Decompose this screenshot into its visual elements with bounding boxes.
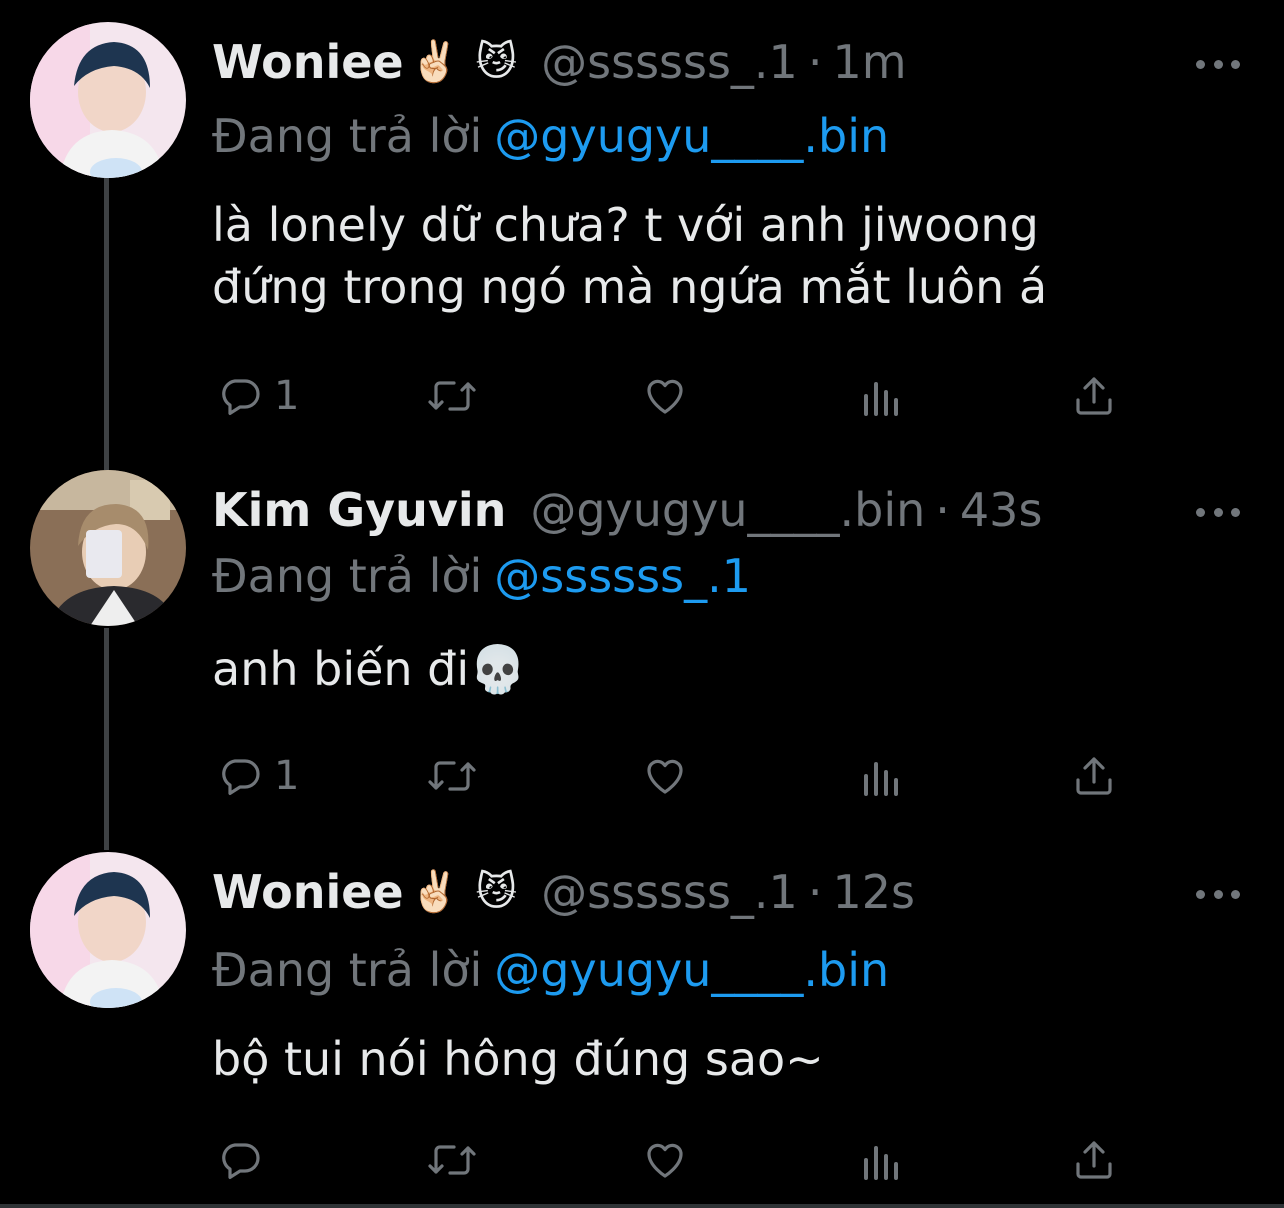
share-icon	[1076, 1141, 1112, 1179]
like-button[interactable]	[640, 366, 690, 426]
views-button[interactable]	[860, 746, 900, 806]
reply-button[interactable]: 1	[216, 746, 299, 806]
tweet-header: Woniee ✌🏻 😼 @ssssss_.1 · 1m	[212, 32, 907, 92]
retweet-button[interactable]	[426, 366, 478, 426]
emoji-badge: ✌🏻	[409, 869, 460, 915]
share-button[interactable]	[1070, 1130, 1118, 1190]
avatar[interactable]	[30, 22, 186, 178]
reply-mention[interactable]: @gyugyu____.bin	[494, 943, 889, 997]
reply-count: 1	[274, 753, 300, 799]
retweet-icon	[428, 1145, 476, 1175]
timestamp[interactable]: 1m	[832, 32, 906, 92]
reply-context: Đang trả lời @gyugyu____.bin	[212, 106, 889, 166]
share-icon	[1076, 377, 1112, 415]
user-avatar-woniee-icon	[30, 852, 186, 1008]
user-handle[interactable]: @gyugyu____.bin	[530, 480, 925, 540]
separator-dot: ·	[807, 35, 823, 89]
like-button[interactable]	[640, 1130, 690, 1190]
separator-dot: ·	[807, 865, 823, 919]
reply-prefix: Đang trả lời	[212, 109, 483, 163]
emoji-badge: 😼	[475, 39, 518, 85]
tweet[interactable]: Kim Gyuvin @gyugyu____.bin · 43s Đang tr…	[0, 470, 1284, 830]
user-avatar-woniee-icon	[30, 22, 186, 178]
retweet-button[interactable]	[426, 1130, 478, 1190]
reply-count: 1	[274, 373, 300, 419]
retweet-icon	[428, 381, 476, 411]
more-icon[interactable]	[1196, 54, 1240, 74]
display-name[interactable]: Woniee	[212, 862, 404, 922]
tweet-text: là lonely dữ chưa? t với anh jiwoong đứn…	[212, 198, 1048, 314]
display-name[interactable]: Woniee	[212, 32, 404, 92]
divider	[0, 1204, 1284, 1208]
tweet-text: anh biến đi💀	[212, 638, 1252, 700]
reply-icon	[222, 379, 260, 415]
views-icon	[864, 382, 898, 416]
tweet[interactable]: Woniee ✌🏻 😼 @ssssss_.1 · 12s Đang trả lờ…	[0, 852, 1284, 1204]
views-button[interactable]	[860, 1130, 900, 1190]
reply-button[interactable]	[216, 1130, 274, 1190]
tweet-header: Woniee ✌🏻 😼 @ssssss_.1 · 12s	[212, 862, 915, 922]
timestamp[interactable]: 12s	[832, 862, 915, 922]
like-icon	[647, 1143, 683, 1178]
retweet-icon	[428, 761, 476, 791]
separator-dot: ·	[935, 483, 950, 537]
emoji-badge: 😼	[475, 869, 518, 915]
reply-prefix: Đang trả lời	[212, 549, 483, 603]
share-button[interactable]	[1070, 366, 1118, 426]
reply-context: Đang trả lời @gyugyu____.bin	[212, 940, 889, 1000]
views-icon	[864, 1146, 898, 1180]
reply-icon	[222, 1143, 260, 1179]
reply-mention[interactable]: @gyugyu____.bin	[494, 109, 889, 163]
action-bar: 1	[212, 746, 1232, 806]
share-icon	[1076, 757, 1112, 795]
views-icon	[864, 762, 898, 796]
reply-mention[interactable]: @ssssss_.1	[494, 549, 751, 603]
tweet-text: bộ tui nói hông đúng sao~	[212, 1032, 824, 1086]
timestamp[interactable]: 43s	[960, 480, 1043, 540]
avatar[interactable]	[30, 852, 186, 1008]
retweet-button[interactable]	[426, 746, 478, 806]
user-handle[interactable]: @ssssss_.1	[541, 862, 798, 922]
tweet[interactable]: Woniee ✌🏻 😼 @ssssss_.1 · 1m Đang trả lời…	[0, 22, 1284, 442]
reply-prefix: Đang trả lời	[212, 943, 483, 997]
reply-button[interactable]: 1	[216, 366, 299, 426]
like-icon	[647, 759, 683, 794]
action-bar	[212, 1130, 1232, 1190]
user-avatar-gyuvin-icon	[30, 470, 186, 626]
share-button[interactable]	[1070, 746, 1118, 806]
emoji-badge: ✌🏻	[409, 39, 460, 85]
reply-icon	[222, 759, 260, 795]
views-button[interactable]	[860, 366, 900, 426]
display-name[interactable]: Kim Gyuvin	[212, 480, 506, 540]
like-icon	[647, 379, 683, 414]
reply-context: Đang trả lời @ssssss_.1	[212, 546, 751, 606]
tweet-header: Kim Gyuvin @gyugyu____.bin · 43s	[212, 480, 1042, 540]
tweet-text-content: anh biến đi	[212, 642, 470, 696]
more-icon[interactable]	[1196, 884, 1240, 904]
skull-emoji: 💀	[469, 642, 527, 696]
more-icon[interactable]	[1196, 502, 1240, 522]
action-bar: 1	[212, 366, 1232, 426]
like-button[interactable]	[640, 746, 690, 806]
avatar[interactable]	[30, 470, 186, 626]
user-handle[interactable]: @ssssss_.1	[541, 32, 798, 92]
